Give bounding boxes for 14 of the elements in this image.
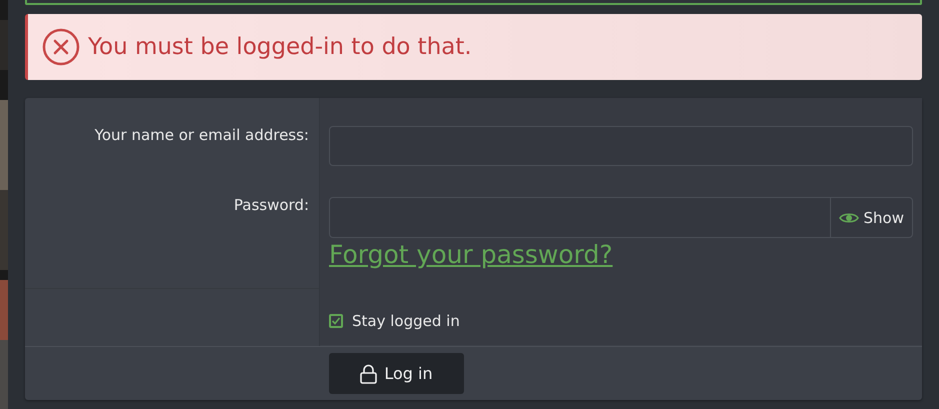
error-icon <box>42 28 80 66</box>
forgot-password-link[interactable]: Forgot your password? <box>329 240 613 269</box>
checkbox-label: Stay logged in <box>352 312 460 330</box>
checkbox[interactable] <box>329 314 343 328</box>
error-message: You must be logged-in to do that. <box>88 34 472 60</box>
show-password-button[interactable]: Show <box>830 198 912 237</box>
username-field[interactable] <box>329 126 913 166</box>
field-label: Password: <box>234 196 309 216</box>
field-label: Your name or email address: <box>94 126 309 146</box>
login-button[interactable]: Log in <box>329 353 464 394</box>
lock-icon <box>360 364 378 384</box>
password-field[interactable]: Show <box>329 197 913 238</box>
eye-icon <box>838 210 859 224</box>
check-icon <box>331 316 341 326</box>
